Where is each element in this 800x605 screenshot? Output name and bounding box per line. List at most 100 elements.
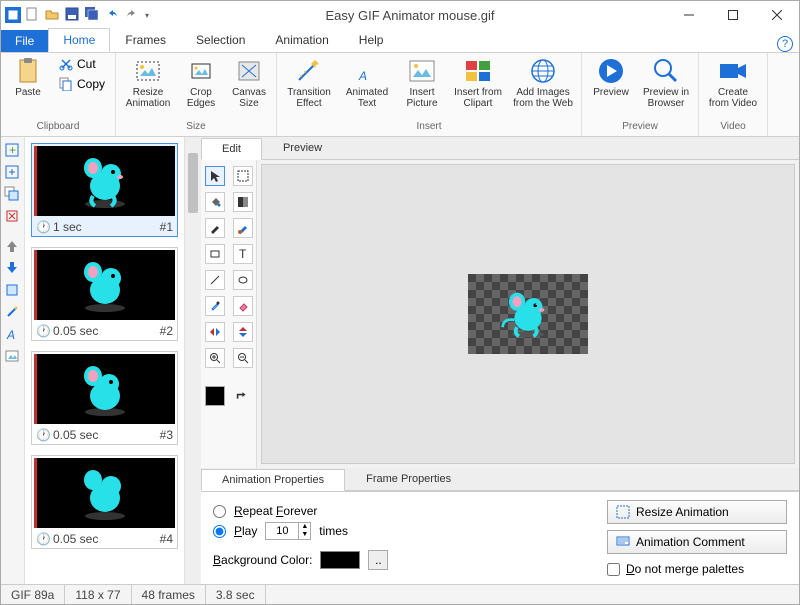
status-dimensions: 118 x 77 xyxy=(65,585,131,604)
frame-item[interactable]: 0.05 sec#4 xyxy=(31,455,178,549)
canvas-area[interactable] xyxy=(261,164,795,464)
tool-pencil-icon[interactable] xyxy=(205,218,225,238)
group-insert: Insert xyxy=(417,121,442,135)
svg-text:+: + xyxy=(9,143,16,157)
times-label: times xyxy=(319,524,348,538)
saveall-icon[interactable] xyxy=(85,7,101,23)
close-button[interactable] xyxy=(759,3,795,27)
resize-animation-button[interactable]: Resize Animation xyxy=(122,55,174,109)
tool-flipv-icon[interactable] xyxy=(233,322,253,342)
foreground-color[interactable] xyxy=(205,386,225,406)
tool-line-icon[interactable] xyxy=(205,270,225,290)
status-frame-count: 48 frames xyxy=(132,585,206,604)
frame-item[interactable]: 0.05 sec#2 xyxy=(31,247,178,341)
editor-tab-preview[interactable]: Preview xyxy=(262,137,343,159)
app-icon xyxy=(5,7,21,23)
insert-picture-button[interactable]: Insert Picture xyxy=(399,55,445,109)
side-edit-icon[interactable] xyxy=(3,281,21,299)
group-video: Video xyxy=(720,121,745,135)
spinner-down-icon[interactable]: ▼ xyxy=(299,531,310,539)
preview-button[interactable]: Preview xyxy=(588,55,634,98)
svg-text:T: T xyxy=(239,248,247,260)
spinner-up-icon[interactable]: ▲ xyxy=(299,523,310,531)
svg-text:A: A xyxy=(358,69,367,83)
tool-rect-icon[interactable] xyxy=(205,244,225,264)
redo-icon[interactable] xyxy=(125,7,141,23)
side-duplicate-icon[interactable] xyxy=(3,185,21,203)
play-label: Play xyxy=(234,524,257,538)
side-image-icon[interactable] xyxy=(3,347,21,365)
bg-color-picker-button[interactable]: .. xyxy=(368,550,388,570)
resize-animation-prop-button[interactable]: Resize Animation xyxy=(607,500,787,524)
animation-comment-button[interactable]: Animation Comment xyxy=(607,530,787,554)
undo-icon[interactable] xyxy=(105,7,121,23)
side-text-icon[interactable]: A xyxy=(3,325,21,343)
props-tab-frame[interactable]: Frame Properties xyxy=(345,468,472,490)
merge-palettes-checkbox[interactable] xyxy=(607,563,620,576)
side-move-up-icon[interactable] xyxy=(3,237,21,255)
side-move-down-icon[interactable] xyxy=(3,259,21,277)
minimize-button[interactable] xyxy=(671,3,707,27)
tab-selection[interactable]: Selection xyxy=(181,28,260,52)
frame-item[interactable]: 0.05 sec#3 xyxy=(31,351,178,445)
tab-frames[interactable]: Frames xyxy=(110,28,181,52)
transition-effect-button[interactable]: Transition Effect xyxy=(283,55,335,109)
side-delete-icon[interactable] xyxy=(3,207,21,225)
group-preview: Preview xyxy=(622,121,658,135)
save-icon[interactable] xyxy=(65,7,81,23)
group-size: Size xyxy=(186,121,205,135)
side-wand-icon[interactable] xyxy=(3,303,21,321)
canvas-size-button[interactable]: Canvas Size xyxy=(228,55,270,109)
preview-browser-button[interactable]: Preview in Browser xyxy=(640,55,692,109)
tool-eyedropper-icon[interactable] xyxy=(205,296,225,316)
animated-text-button[interactable]: AAnimated Text xyxy=(341,55,393,109)
frame-list[interactable]: 1 sec#1 0.05 sec#2 0.05 sec#3 0.05 sec#4 xyxy=(25,137,185,584)
side-insert-frame-icon[interactable] xyxy=(3,163,21,181)
tool-marquee-icon[interactable] xyxy=(233,166,253,186)
side-separator xyxy=(3,229,21,233)
tool-gradient-icon[interactable] xyxy=(233,192,253,212)
tool-pointer-icon[interactable] xyxy=(205,166,225,186)
merge-palettes-label: Do not merge palettes xyxy=(626,562,744,576)
create-from-video-button[interactable]: Create from Video xyxy=(705,55,761,109)
frame-item[interactable]: 1 sec#1 xyxy=(31,143,178,237)
side-add-frame-icon[interactable]: + xyxy=(3,141,21,159)
tool-fliph-icon[interactable] xyxy=(205,322,225,342)
tool-bucket-icon[interactable] xyxy=(205,192,225,212)
repeat-forever-radio[interactable] xyxy=(213,505,226,518)
svg-text:A: A xyxy=(6,328,15,341)
play-count-input[interactable] xyxy=(266,523,298,539)
add-images-web-button[interactable]: Add Images from the Web xyxy=(511,55,575,109)
paste-button[interactable]: Paste xyxy=(7,55,49,98)
file-tab[interactable]: File xyxy=(1,30,48,52)
tool-ellipse-icon[interactable] xyxy=(233,270,253,290)
insert-clipart-button[interactable]: Insert from Clipart xyxy=(451,55,505,109)
open-icon[interactable] xyxy=(45,7,61,23)
status-duration: 3.8 sec xyxy=(206,585,266,604)
new-icon[interactable] xyxy=(25,7,41,23)
tool-brush-icon[interactable] xyxy=(233,218,253,238)
bg-color-swatch[interactable] xyxy=(320,551,360,569)
tab-animation[interactable]: Animation xyxy=(260,28,343,52)
window-title: Easy GIF Animator mouse.gif xyxy=(149,8,671,23)
play-radio[interactable] xyxy=(213,525,226,538)
tool-eraser-icon[interactable] xyxy=(233,296,253,316)
tool-text-icon[interactable]: T xyxy=(233,244,253,264)
tab-help[interactable]: Help xyxy=(344,28,399,52)
editor-tab-edit[interactable]: Edit xyxy=(201,138,262,160)
play-count-spinner[interactable]: ▲▼ xyxy=(265,522,311,540)
tool-zoomin-icon[interactable] xyxy=(205,348,225,368)
copy-button[interactable]: Copy xyxy=(55,75,109,93)
maximize-button[interactable] xyxy=(715,3,751,27)
tool-zoomout-icon[interactable] xyxy=(233,348,253,368)
help-icon[interactable]: ? xyxy=(777,36,793,52)
frame-list-scrollbar[interactable] xyxy=(185,137,201,584)
swap-colors-icon[interactable] xyxy=(233,386,253,406)
repeat-forever-label: Repeat Forever xyxy=(234,504,317,518)
tab-home[interactable]: Home xyxy=(48,28,110,52)
status-gif-version: GIF 89a xyxy=(1,585,65,604)
cut-button[interactable]: Cut xyxy=(55,55,109,73)
props-tab-animation[interactable]: Animation Properties xyxy=(201,469,345,491)
group-clipboard: Clipboard xyxy=(37,121,80,135)
crop-edges-button[interactable]: Crop Edges xyxy=(180,55,222,109)
